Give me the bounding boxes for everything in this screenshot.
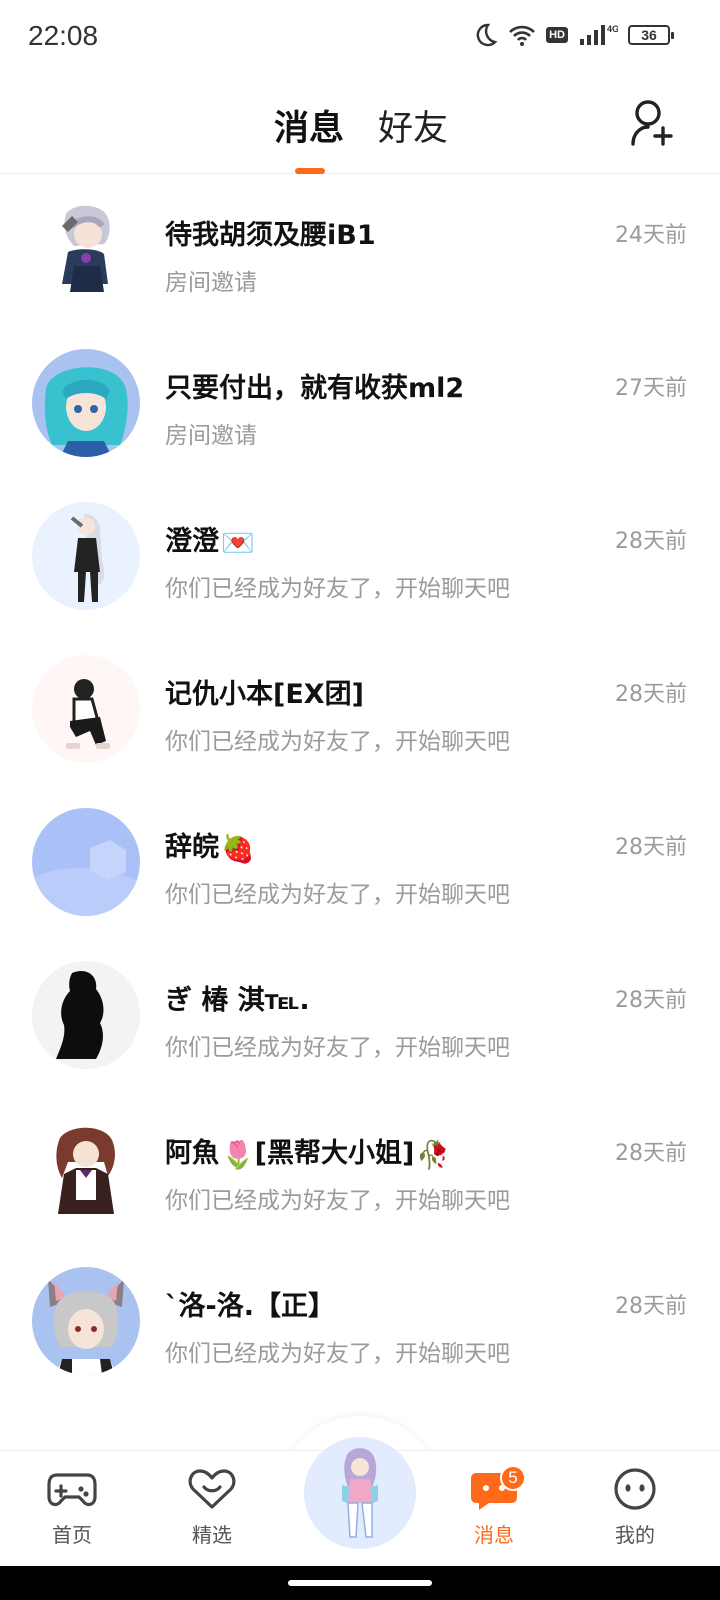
avatar[interactable] [32, 1267, 140, 1375]
wifi-icon [509, 25, 536, 46]
conversation-time: 28天前 [615, 988, 687, 1013]
nav-profile[interactable]: 我的 [585, 1467, 685, 1548]
avatar[interactable] [32, 655, 140, 763]
conversation-preview: 你们已经成为好友了，开始聊天吧 [165, 882, 510, 908]
tulip-icon: 🌷 [221, 1139, 255, 1171]
conversation-time: 28天前 [615, 835, 687, 860]
battery-indicator: 36 [628, 25, 674, 45]
avatar[interactable] [32, 1114, 140, 1222]
envelope-heart-icon: 💌 [221, 527, 255, 559]
list-item[interactable]: 只要付出，就有收获ml2 房间邀请 27天前 [0, 328, 720, 484]
conversation-preview: 你们已经成为好友了，开始聊天吧 [165, 1341, 510, 1367]
nav-home-label: 首页 [52, 1523, 92, 1547]
conversation-time: 28天前 [615, 1294, 687, 1319]
hd-badge: HD [546, 27, 568, 43]
nav-messages-label: 消息 [474, 1523, 514, 1547]
conversation-name: 记仇小本[EX团] [165, 679, 364, 710]
status-time: 22:08 [28, 20, 99, 51]
tab-friends[interactable]: 好友 [378, 100, 448, 151]
list-item[interactable]: 辞皖🍓 你们已经成为好友了，开始聊天吧 28天前 [0, 787, 720, 943]
nav-featured[interactable]: 精选 [162, 1467, 262, 1548]
list-item[interactable]: 待我胡须及腰iB1 房间邀请 24天前 [0, 175, 720, 331]
header: 消息 好友 [0, 76, 720, 174]
conversation-name: `洛-洛.【正】 [165, 1291, 335, 1322]
status-bar: 22:08 HD 4G 36 [0, 0, 720, 76]
conversation-time: 28天前 [615, 682, 687, 707]
conversation-name: 澄澄💌 [165, 526, 255, 559]
gamepad-icon [47, 1473, 97, 1507]
conversation-time: 24天前 [615, 223, 687, 248]
conversation-preview: 你们已经成为好友了，开始聊天吧 [165, 1188, 510, 1214]
avatar[interactable] [32, 349, 140, 457]
conversation-preview: 房间邀请 [165, 423, 257, 449]
conversation-list[interactable]: 待我胡须及腰iB1 房间邀请 24天前 只要付出，就有收获ml2 房间邀请 27… [0, 175, 720, 1450]
conversation-name: 只要付出，就有收获ml2 [165, 373, 465, 404]
avatar[interactable] [32, 196, 140, 304]
active-tab-indicator [295, 168, 325, 174]
avatar[interactable] [32, 502, 140, 610]
status-icons: HD 4G 36 [472, 22, 674, 48]
nav-home[interactable]: 首页 [22, 1467, 122, 1548]
nav-featured-label: 精选 [192, 1523, 232, 1547]
avatar[interactable] [32, 961, 140, 1069]
add-friend-icon[interactable] [630, 98, 678, 148]
nav-center-avatar[interactable] [304, 1437, 416, 1549]
list-item[interactable]: 记仇小本[EX团] 你们已经成为好友了，开始聊天吧 28天前 [0, 634, 720, 790]
home-indicator[interactable] [288, 1580, 432, 1586]
gesture-bar [0, 1566, 720, 1600]
nav-profile-label: 我的 [615, 1523, 655, 1547]
moon-icon [476, 23, 498, 47]
conversation-name: 待我胡须及腰iB1 [165, 220, 376, 251]
svg-text:4G: 4G [607, 24, 618, 34]
tab-messages[interactable]: 消息 [274, 100, 344, 151]
wilted-flower-icon: 🥀 [416, 1139, 450, 1171]
nav-messages[interactable]: 5 消息 [444, 1465, 544, 1548]
conversation-name: 阿魚🌷[黑帮大小姐]🥀 [165, 1138, 450, 1171]
signal-icon: 4G [580, 24, 618, 45]
list-item[interactable]: ぎ 椿 淇℡. 你们已经成为好友了，开始聊天吧 28天前 [0, 940, 720, 1096]
conversation-time: 28天前 [615, 1141, 687, 1166]
conversation-time: 28天前 [615, 529, 687, 554]
list-item[interactable]: 澄澄💌 你们已经成为好友了，开始聊天吧 28天前 [0, 481, 720, 637]
unread-badge: 5 [500, 1465, 526, 1491]
list-item[interactable]: `洛-洛.【正】 你们已经成为好友了，开始聊天吧 28天前 [0, 1246, 720, 1402]
avatar[interactable] [32, 808, 140, 916]
conversation-time: 27天前 [615, 376, 687, 401]
list-item[interactable]: 阿魚🌷[黑帮大小姐]🥀 你们已经成为好友了，开始聊天吧 28天前 [0, 1093, 720, 1249]
conversation-preview: 你们已经成为好友了，开始聊天吧 [165, 729, 510, 755]
face-icon [614, 1468, 656, 1510]
conversation-preview: 你们已经成为好友了，开始聊天吧 [165, 1035, 510, 1061]
conversation-preview: 你们已经成为好友了，开始聊天吧 [165, 576, 510, 602]
conversation-name: 辞皖🍓 [165, 832, 255, 865]
strawberry-icon: 🍓 [221, 833, 255, 865]
heart-chat-icon [188, 1469, 236, 1509]
conversation-name: ぎ 椿 淇℡. [165, 985, 310, 1016]
conversation-preview: 房间邀请 [165, 270, 257, 296]
